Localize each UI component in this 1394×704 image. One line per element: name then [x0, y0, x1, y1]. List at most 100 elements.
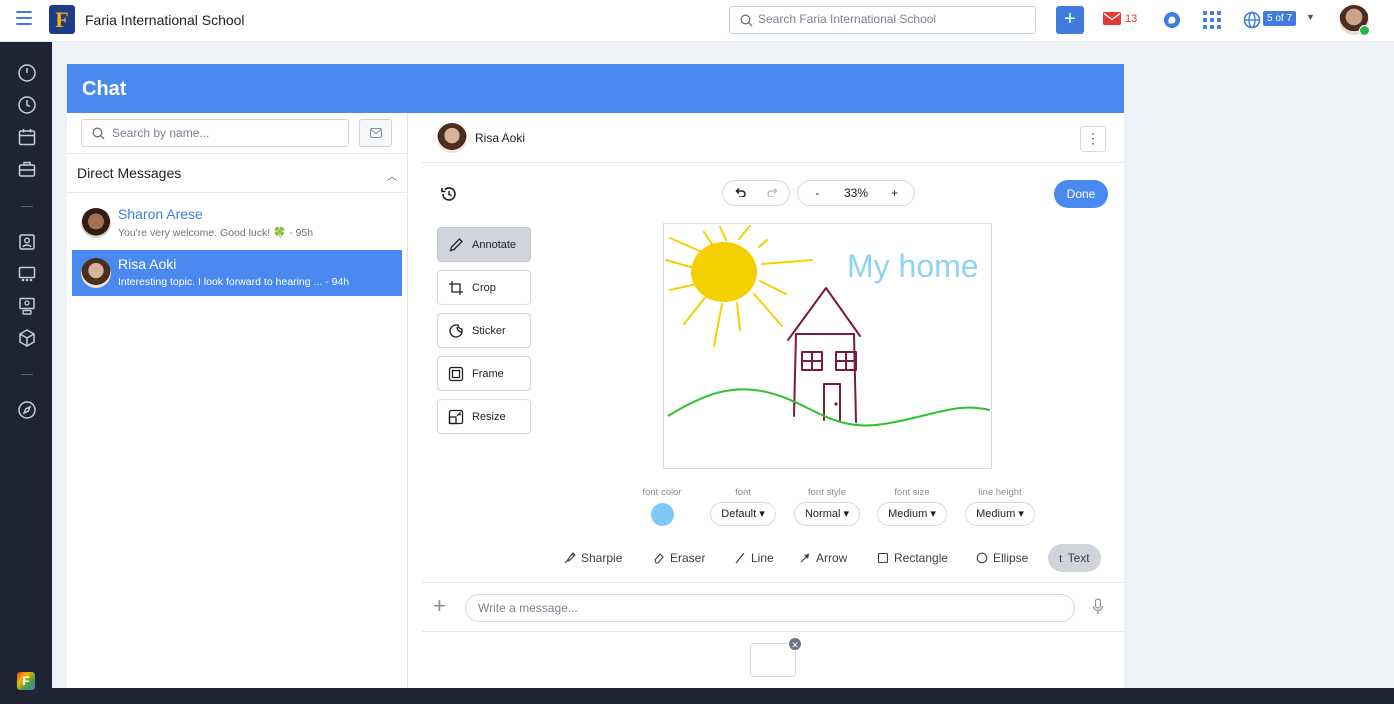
microphone-icon[interactable]: [1092, 598, 1104, 615]
zoom-out-button[interactable]: -: [798, 186, 837, 200]
name-search-input[interactable]: [112, 126, 342, 140]
font-color-option: font color: [636, 487, 688, 526]
dashboard-icon[interactable]: [17, 63, 37, 83]
done-button[interactable]: Done: [1054, 180, 1108, 208]
tool-crop[interactable]: Crop: [437, 270, 531, 305]
tool-resize[interactable]: Resize: [437, 399, 531, 434]
mail-button[interactable]: 13: [1103, 12, 1137, 25]
line-icon: [735, 552, 745, 564]
sticker-icon: [449, 323, 463, 338]
avatar: [437, 123, 467, 153]
zoom-control: - 33% +: [797, 180, 915, 206]
font-style-select[interactable]: Normal ▾: [793, 502, 861, 526]
attach-plus-icon[interactable]: +: [433, 594, 446, 618]
font-color-label: font color: [642, 487, 682, 498]
pencil-icon: [449, 237, 463, 251]
zoom-in-button[interactable]: +: [875, 186, 914, 200]
add-button[interactable]: +: [1056, 6, 1084, 34]
history-icon[interactable]: [438, 183, 460, 205]
image-canvas[interactable]: My home: [663, 223, 992, 469]
tool-sticker[interactable]: Sticker: [437, 313, 531, 348]
arrow-icon: [800, 553, 810, 563]
name-search[interactable]: [81, 119, 349, 147]
font-size-select[interactable]: Medium ▾: [877, 502, 947, 526]
calendar-icon[interactable]: [17, 127, 37, 147]
direct-messages-header[interactable]: Direct Messages ︿: [67, 153, 408, 193]
student-icon[interactable]: [17, 232, 37, 252]
cube-icon[interactable]: [17, 328, 37, 348]
undo-icon: [734, 187, 746, 198]
font-label: font: [735, 487, 751, 498]
draw-tool-label: Text: [1067, 551, 1090, 565]
teacher-icon[interactable]: [17, 296, 37, 316]
draw-tool-label: Sharpie: [581, 551, 623, 565]
tool-label: Annotate: [472, 238, 517, 251]
draw-tool-ellipse[interactable]: Ellipse: [976, 544, 1028, 572]
tool-label: Frame: [472, 367, 504, 380]
draw-tool-rectangle[interactable]: Rectangle: [877, 544, 948, 572]
conversation-name: Risa Aoki: [118, 256, 177, 272]
line-height-option: line height Medium ▾: [960, 487, 1040, 526]
menu-icon[interactable]: [16, 11, 32, 25]
chevron-up-icon[interactable]: ︿: [387, 168, 397, 183]
chat-bubble-icon[interactable]: [1163, 11, 1181, 29]
line-height-select[interactable]: Medium ▾: [965, 502, 1035, 526]
draw-tool-eraser[interactable]: Eraser: [653, 544, 705, 572]
redo-icon: [766, 188, 777, 198]
language-globe-icon[interactable]: [1243, 11, 1261, 29]
faria-app-icon[interactable]: F: [17, 672, 35, 690]
font-style-label: font style: [807, 487, 847, 498]
tool-frame[interactable]: Frame: [437, 356, 531, 391]
draw-tool-sharpie[interactable]: Sharpie: [564, 544, 622, 572]
school-name[interactable]: Faria International School: [85, 12, 245, 28]
canvas-text[interactable]: My home: [847, 248, 979, 285]
global-search[interactable]: [729, 6, 1036, 34]
conversation-header: Risa Aoki ⋮: [422, 113, 1124, 163]
draw-tool-label: Line: [751, 551, 774, 565]
direct-messages-title: Direct Messages: [77, 165, 182, 181]
frame-icon: [448, 366, 464, 381]
draw-tool-line[interactable]: Line: [734, 544, 774, 572]
briefcase-icon[interactable]: [17, 159, 37, 179]
font-option: font Default ▾: [707, 487, 779, 526]
attachment-thumbnail[interactable]: ✕: [750, 637, 802, 677]
avatar: [81, 258, 111, 288]
eraser-icon: [654, 553, 664, 564]
conversation-item-selected[interactable]: Risa Aoki Interesting topic. I look forw…: [72, 250, 402, 296]
image-editor: Risa Aoki ⋮ - 33% + Done Annotate Crop S…: [422, 113, 1124, 688]
global-search-input[interactable]: [758, 12, 1028, 26]
font-select[interactable]: Default ▾: [710, 502, 776, 526]
more-options-button[interactable]: ⋮: [1080, 126, 1106, 152]
draw-tool-text[interactable]: t Text: [1048, 544, 1101, 572]
classroom-icon[interactable]: [17, 264, 37, 284]
left-sidebar: F: [0, 42, 52, 704]
sidebar-divider: [21, 206, 33, 207]
mail-icon: [1103, 12, 1121, 25]
apps-grid-icon[interactable]: [1203, 11, 1221, 29]
message-input[interactable]: [465, 594, 1075, 622]
compass-icon[interactable]: [17, 400, 37, 420]
ellipse-icon: [976, 552, 988, 564]
draw-tool-arrow[interactable]: Arrow: [799, 544, 847, 572]
redo-button[interactable]: [756, 186, 789, 200]
chat-panel: Chat Direct Messages ︿ Sharon Arese You'…: [67, 64, 1124, 688]
font-style-option: font style Normal ▾: [791, 487, 863, 526]
rectangle-icon: [877, 552, 889, 564]
font-color-swatch[interactable]: [650, 503, 674, 526]
tool-annotate[interactable]: Annotate: [437, 227, 531, 262]
envelope-icon: [369, 128, 382, 138]
school-logo[interactable]: F: [49, 5, 75, 34]
undo-button[interactable]: [723, 186, 756, 200]
clock-icon[interactable]: [17, 95, 37, 115]
tool-label: Resize: [472, 410, 506, 423]
close-icon[interactable]: ✕: [788, 637, 802, 651]
chevron-down-icon[interactable]: ▼: [1306, 12, 1315, 22]
avatar: [81, 208, 111, 238]
conversation-item[interactable]: Sharon Arese You're very welcome. Good l…: [72, 200, 402, 246]
page-indicator-badge[interactable]: 5 of 7: [1263, 11, 1297, 26]
tool-label: Crop: [472, 281, 496, 294]
user-avatar[interactable]: [1339, 5, 1370, 36]
top-bar: F Faria International School + 13 5 of 7…: [0, 0, 1394, 42]
new-message-button[interactable]: [359, 119, 392, 147]
resize-icon: [448, 409, 464, 424]
